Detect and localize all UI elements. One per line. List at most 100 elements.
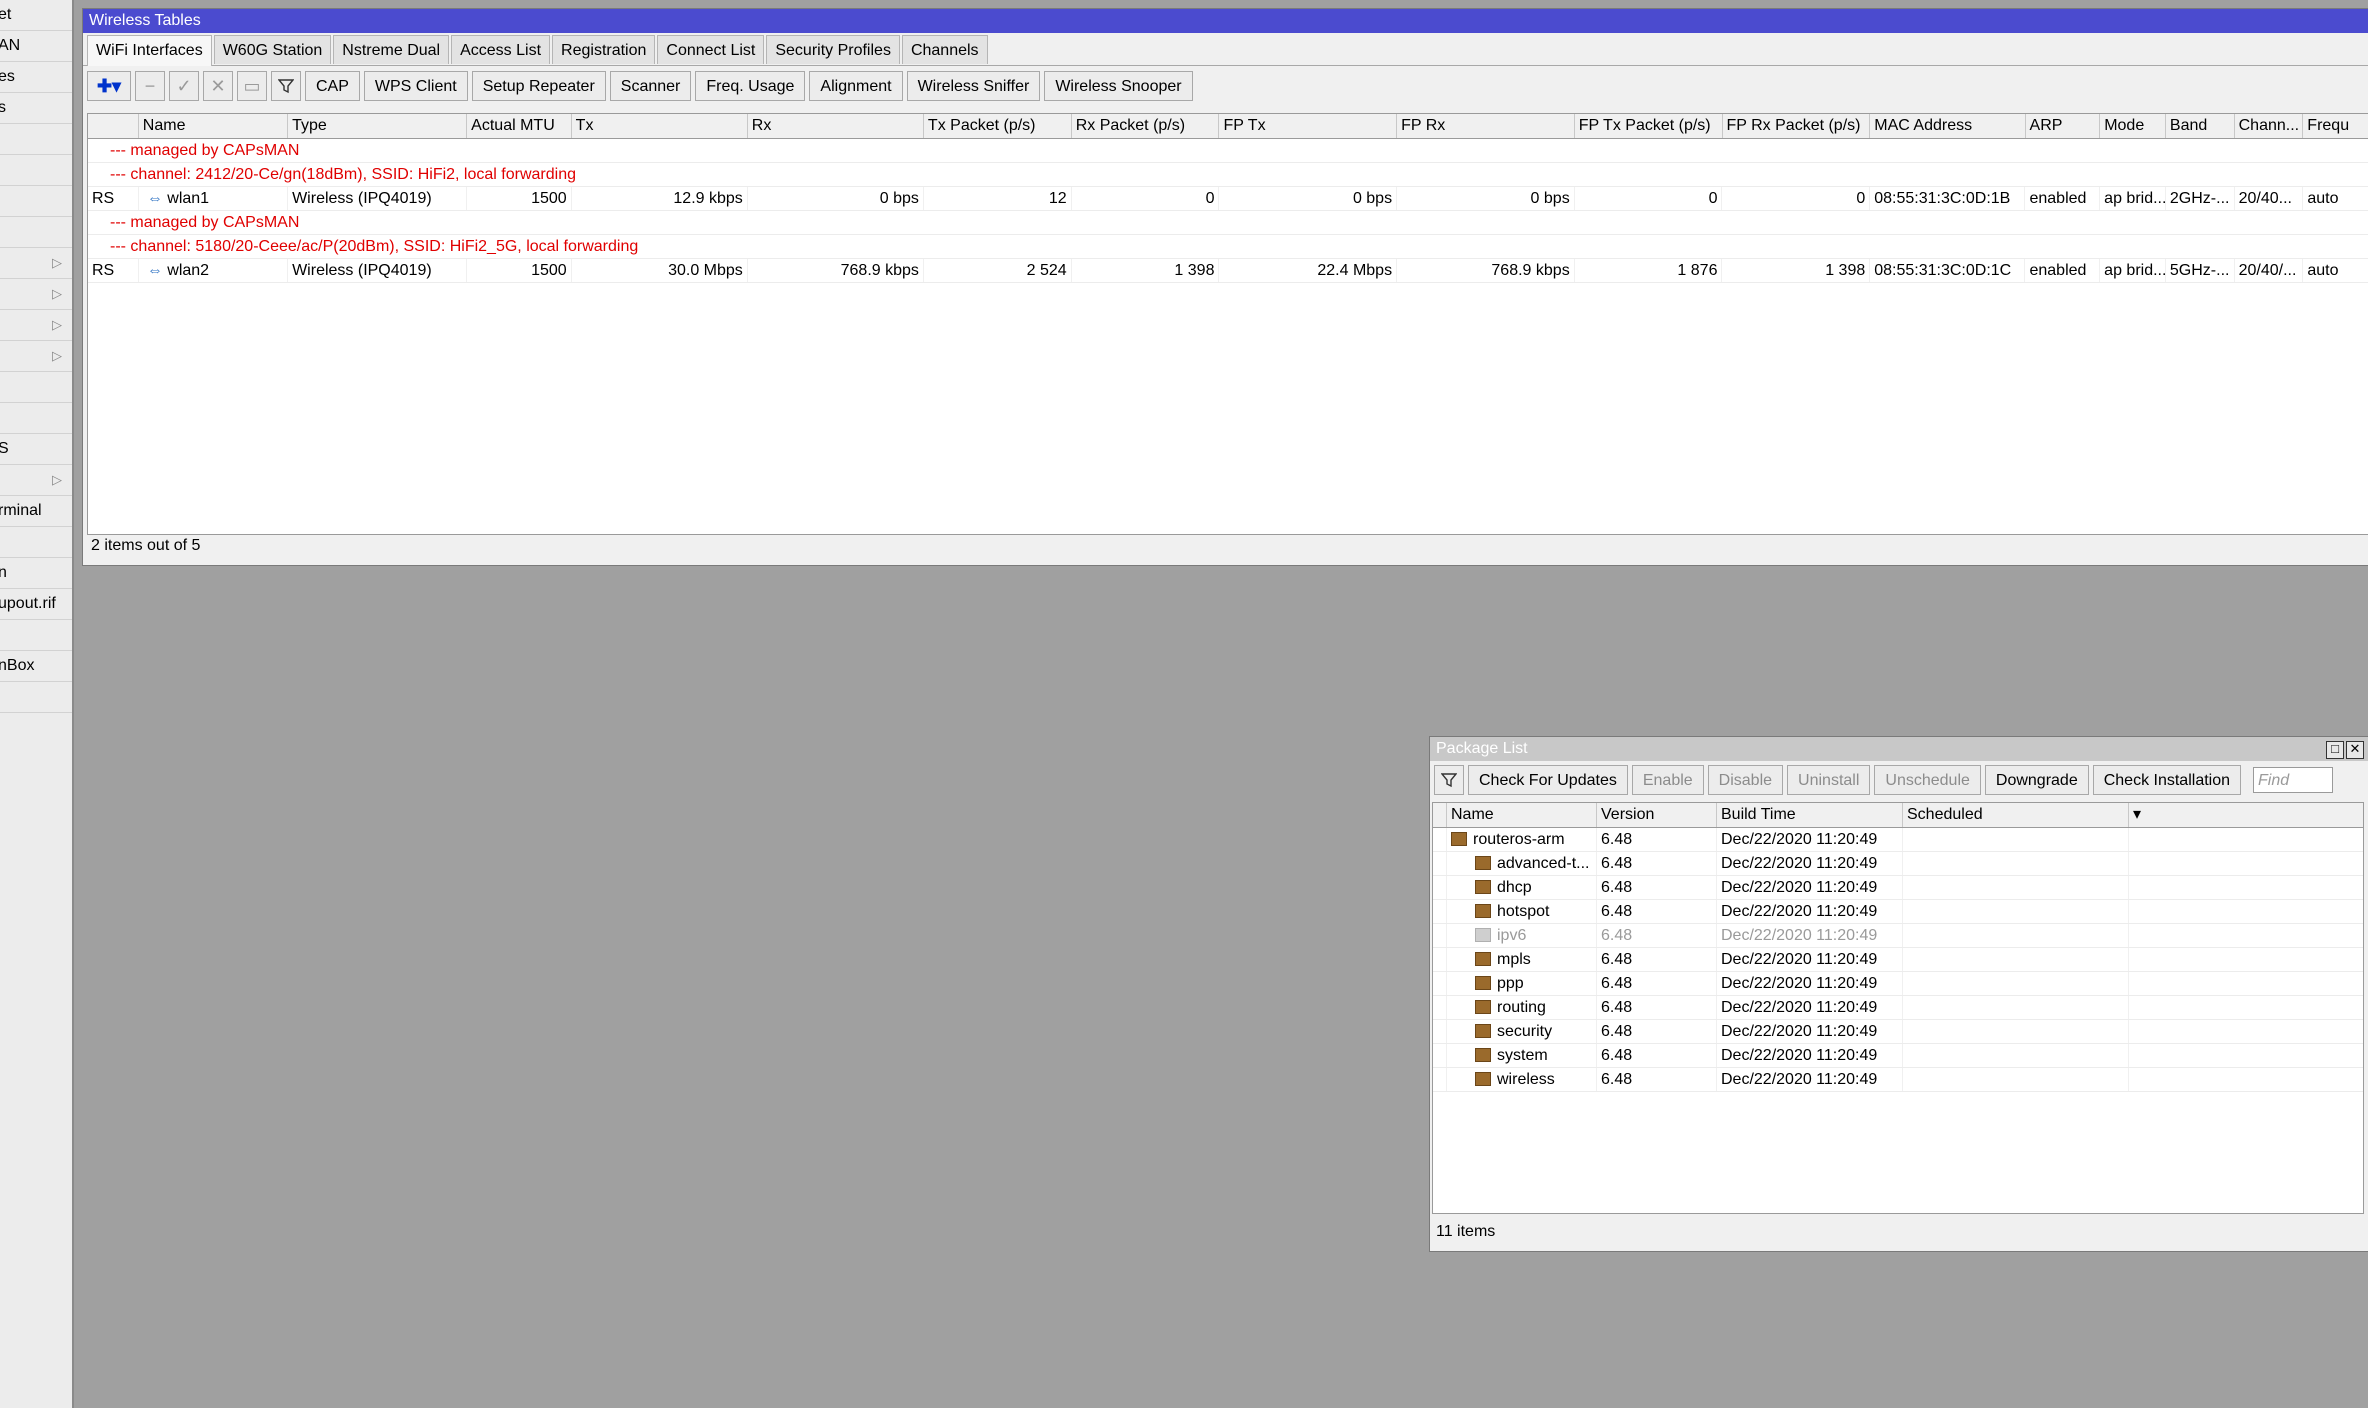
sidebar-item[interactable] — [0, 186, 72, 217]
sidebar-item[interactable] — [0, 403, 72, 434]
table-row[interactable]: RS ⇔ wlan2 Wireless (IPQ4019) 1500 30.0 Mbps… — [88, 259, 2368, 283]
column-header[interactable]: Build Time — [1717, 803, 1903, 827]
column-header[interactable]: FP Rx — [1397, 114, 1575, 138]
table-row[interactable]: RS ⇔ wlan1 Wireless (IPQ4019) 1500 12.9 kbps… — [88, 187, 2368, 211]
wireless-interface-icon: ⇔ — [146, 190, 168, 207]
sidebar-item[interactable]: S — [0, 434, 72, 465]
sidebar-item[interactable] — [0, 124, 72, 155]
sidebar-item[interactable]: et — [0, 0, 72, 31]
sidebar-item[interactable]: upout.rif — [0, 589, 72, 620]
package-row[interactable]: dhcp 6.48 Dec/22/2020 11:20:49 — [1433, 876, 2363, 900]
package-row[interactable]: advanced-t... 6.48 Dec/22/2020 11:20:49 — [1433, 852, 2363, 876]
wps-client-button[interactable]: WPS Client — [363, 71, 468, 101]
tab-connect-list[interactable]: Connect List — [657, 35, 765, 64]
freq-usage-button[interactable]: Freq. Usage — [695, 71, 806, 101]
comment-icon[interactable]: ▭ — [237, 71, 267, 101]
submenu-arrow-icon: ▷ — [52, 317, 62, 332]
column-header[interactable]: FP Rx Packet (p/s) — [1723, 114, 1871, 138]
sidebar-item[interactable] — [0, 155, 72, 186]
column-menu-icon[interactable]: ▾ — [2129, 803, 2159, 827]
column-header[interactable] — [1433, 803, 1447, 827]
setup-repeater-button[interactable]: Setup Repeater — [471, 71, 606, 101]
wireless-snooper-button[interactable]: Wireless Snooper — [1044, 71, 1193, 101]
cap-button[interactable]: CAP — [305, 71, 360, 101]
tab-nstreme-dual[interactable]: Nstreme Dual — [333, 35, 450, 64]
sidebar-item[interactable]: s — [0, 93, 72, 124]
sidebar-item[interactable]: ▷ — [0, 341, 72, 372]
package-row[interactable]: routing 6.48 Dec/22/2020 11:20:49 — [1433, 996, 2363, 1020]
tab-registration[interactable]: Registration — [552, 35, 656, 64]
column-header[interactable]: Rx Packet (p/s) — [1072, 114, 1220, 138]
sidebar-item[interactable] — [0, 217, 72, 248]
sidebar-item[interactable]: AN — [0, 31, 72, 62]
tab-channels[interactable]: Channels — [901, 35, 988, 64]
column-header[interactable]: FP Tx Packet (p/s) — [1575, 114, 1723, 138]
sidebar-item[interactable] — [0, 682, 72, 713]
package-row[interactable]: mpls 6.48 Dec/22/2020 11:20:49 — [1433, 948, 2363, 972]
package-row[interactable]: ppp 6.48 Dec/22/2020 11:20:49 — [1433, 972, 2363, 996]
submenu-arrow-icon: ▷ — [52, 472, 62, 487]
column-header[interactable]: Actual MTU — [467, 114, 572, 138]
column-header[interactable]: Chann... — [2235, 114, 2304, 138]
unschedule-button[interactable]: Unschedule — [1874, 765, 1981, 795]
column-header[interactable]: ARP — [2026, 114, 2101, 138]
package-build: Dec/22/2020 11:20:49 — [1717, 876, 1903, 899]
find-input[interactable]: Find — [2253, 767, 2334, 793]
sidebar-item[interactable]: nBox — [0, 651, 72, 682]
package-row[interactable]: hotspot 6.48 Dec/22/2020 11:20:49 — [1433, 900, 2363, 924]
filter-icon[interactable] — [1434, 765, 1464, 795]
column-header[interactable]: Name — [139, 114, 289, 138]
column-header[interactable]: MAC Address — [1870, 114, 2026, 138]
column-header[interactable]: Scheduled — [1903, 803, 2129, 827]
package-row[interactable]: security 6.48 Dec/22/2020 11:20:49 — [1433, 1020, 2363, 1044]
column-header[interactable]: Frequ — [2303, 114, 2368, 138]
enable-button[interactable]: Enable — [1631, 765, 1704, 795]
wireless-sniffer-button[interactable]: Wireless Sniffer — [906, 71, 1041, 101]
package-row[interactable]: ipv6 6.48 Dec/22/2020 11:20:49 — [1433, 924, 2363, 948]
check-installation-button[interactable]: Check Installation — [2092, 765, 2242, 795]
column-header[interactable]: Tx Packet (p/s) — [924, 114, 1072, 138]
sidebar-item[interactable]: es — [0, 62, 72, 93]
sidebar-item[interactable] — [0, 527, 72, 558]
sidebar-item[interactable] — [0, 372, 72, 403]
column-header[interactable]: Version — [1597, 803, 1717, 827]
package-row[interactable]: wireless 6.48 Dec/22/2020 11:20:49 — [1433, 1068, 2363, 1092]
tab-w60g-station[interactable]: W60G Station — [213, 35, 332, 64]
column-header[interactable]: FP Tx — [1219, 114, 1398, 138]
column-header[interactable]: Band — [2166, 114, 2235, 138]
column-header[interactable]: Type — [288, 114, 468, 138]
filter-icon[interactable] — [271, 71, 301, 101]
column-header[interactable]: Mode — [2100, 114, 2166, 138]
package-row[interactable]: system 6.48 Dec/22/2020 11:20:49 — [1433, 1044, 2363, 1068]
remove-button[interactable]: − — [135, 71, 165, 101]
sidebar-item[interactable]: ▷ — [0, 310, 72, 341]
sidebar-item[interactable]: ▷ — [0, 248, 72, 279]
tab-access-list[interactable]: Access List — [451, 35, 551, 64]
maximize-icon[interactable]: □ — [2326, 741, 2344, 759]
package-row[interactable]: routeros-arm 6.48 Dec/22/2020 11:20:49 — [1433, 828, 2363, 852]
package-scheduled — [1903, 828, 2129, 851]
tab-wifi-interfaces[interactable]: WiFi Interfaces — [87, 35, 212, 66]
interface-comment: --- managed by CAPsMAN — [88, 211, 2368, 235]
close-icon[interactable]: ✕ — [2346, 741, 2364, 759]
sidebar-item[interactable]: ▷ — [0, 465, 72, 496]
uninstall-button[interactable]: Uninstall — [1787, 765, 1871, 795]
column-header[interactable]: Rx — [748, 114, 924, 138]
alignment-button[interactable]: Alignment — [809, 71, 903, 101]
sidebar-item[interactable]: n — [0, 558, 72, 589]
scanner-button[interactable]: Scanner — [609, 71, 692, 101]
disable-x-icon[interactable]: ✕ — [203, 71, 233, 101]
sidebar-item[interactable] — [0, 620, 72, 651]
table-cell: 22.4 Mbps — [1219, 259, 1398, 282]
column-header[interactable]: Name — [1447, 803, 1597, 827]
check-for-updates-button[interactable]: Check For Updates — [1468, 765, 1628, 795]
downgrade-button[interactable]: Downgrade — [1984, 765, 2089, 795]
column-header[interactable] — [88, 114, 139, 138]
sidebar-item[interactable]: ▷ — [0, 279, 72, 310]
add-button[interactable]: ✚▾ — [87, 71, 131, 101]
column-header[interactable]: Tx — [572, 114, 748, 138]
tab-security-profiles[interactable]: Security Profiles — [766, 35, 900, 64]
enable-check-icon[interactable]: ✓ — [169, 71, 199, 101]
disable-button[interactable]: Disable — [1707, 765, 1784, 795]
sidebar-item[interactable]: rminal — [0, 496, 72, 527]
